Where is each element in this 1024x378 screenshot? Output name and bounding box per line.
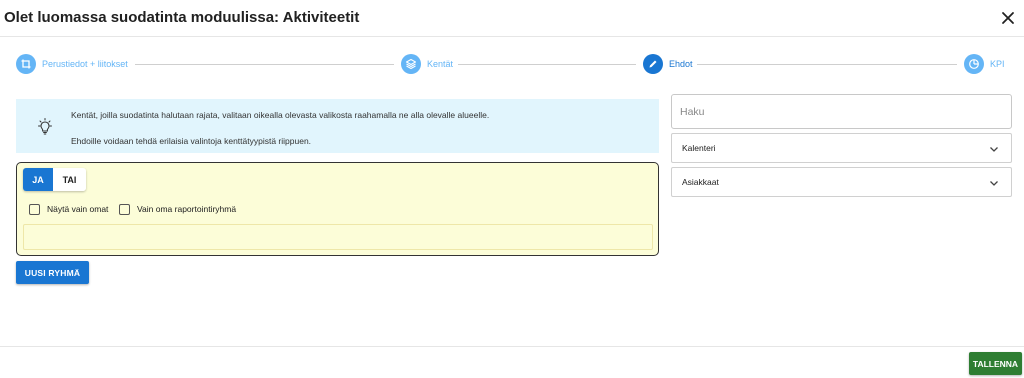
checkbox[interactable] bbox=[119, 203, 130, 215]
new-group-button[interactable]: UUSI RYHMÄ bbox=[16, 261, 89, 284]
chevron-down-icon bbox=[990, 147, 998, 152]
filter-dialog: Olet luomassa suodatinta moduulissa: Akt… bbox=[0, 0, 1024, 378]
step-label: Perustiedot + liitokset bbox=[42, 59, 128, 69]
section-label: Kalenteri bbox=[682, 143, 716, 153]
stepper-connector bbox=[135, 63, 394, 65]
lightbulb-icon bbox=[38, 118, 52, 135]
stepper-connector bbox=[697, 63, 957, 65]
step-ehdot[interactable]: Ehdot bbox=[643, 52, 693, 76]
step-kentat[interactable]: Kentät bbox=[401, 52, 453, 76]
or-toggle-button[interactable]: TAI bbox=[53, 168, 86, 191]
info-text: Kentät, joilla suodatinta halutaan rajat… bbox=[71, 110, 490, 120]
pie-chart-icon bbox=[964, 54, 984, 74]
and-or-toggle: JA TAI bbox=[23, 168, 86, 191]
save-button[interactable]: TALLENNA bbox=[969, 352, 1022, 375]
section-label: Asiakkaat bbox=[682, 177, 719, 187]
dialog-title: Olet luomassa suodatinta moduulissa: Akt… bbox=[4, 9, 360, 26]
and-toggle-button[interactable]: JA bbox=[23, 168, 53, 191]
dialog-header: Olet luomassa suodatinta moduulissa: Akt… bbox=[0, 0, 1024, 37]
step-label: Kentät bbox=[427, 59, 454, 69]
footer-divider bbox=[0, 346, 1024, 347]
step-label: Ehdot bbox=[669, 59, 693, 69]
step-kpi[interactable]: KPI bbox=[964, 52, 1005, 76]
layers-icon bbox=[401, 54, 421, 74]
search-field bbox=[671, 94, 1012, 129]
checkbox[interactable] bbox=[29, 203, 40, 215]
chevron-down-icon bbox=[990, 181, 998, 186]
pencil-icon bbox=[643, 54, 663, 74]
info-text: Ehdoille voidaan tehdä erilaisia valinto… bbox=[71, 136, 312, 146]
step-label: KPI bbox=[990, 59, 1005, 69]
section-kalenteri[interactable]: Kalenteri bbox=[671, 133, 1012, 163]
checkbox-label: Vain oma raportointiryhmä bbox=[137, 204, 237, 214]
stepper: Perustiedot + liitokset Kentät Ehdot KPI bbox=[0, 52, 1024, 76]
section-asiakkaat[interactable]: Asiakkaat bbox=[671, 167, 1012, 197]
step-perustiedot[interactable]: Perustiedot + liitokset bbox=[16, 52, 128, 76]
checkbox-label: Näytä vain omat bbox=[47, 204, 109, 214]
stepper-connector bbox=[458, 63, 636, 65]
condition-drop-zone[interactable] bbox=[23, 224, 653, 250]
crop-icon bbox=[16, 54, 36, 74]
search-input[interactable] bbox=[680, 95, 1000, 128]
checkbox-show-own[interactable]: Näytä vain omat bbox=[29, 203, 108, 215]
close-icon[interactable] bbox=[999, 9, 1017, 27]
checkbox-own-reporting-group[interactable]: Vain oma raportointiryhmä bbox=[119, 203, 236, 215]
